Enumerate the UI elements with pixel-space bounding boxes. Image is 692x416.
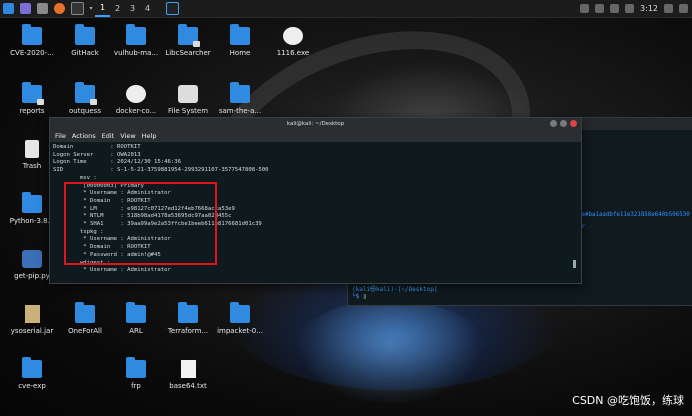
desktop-icon[interactable]: File System	[158, 85, 218, 115]
desktop-icon-label: File System	[167, 107, 209, 115]
desktop-icon[interactable]: sam-the-a...	[210, 82, 270, 115]
workspace-4[interactable]: 4	[140, 0, 155, 17]
trash-icon	[25, 140, 39, 158]
close-icon[interactable]	[570, 120, 577, 127]
folder-icon	[230, 82, 250, 103]
desktop-icon[interactable]: reports	[2, 82, 62, 115]
desktop-icon-label: cve-exp	[18, 382, 46, 390]
prompt-symbol: └$	[352, 293, 363, 300]
terminal-line: Domain : ROOTKIT	[53, 144, 141, 150]
archive-icon	[24, 305, 40, 323]
desktop-icon[interactable]: frp	[106, 357, 166, 390]
home-icon	[230, 24, 250, 45]
top-panel: ▾ 1 2 3 4 3:12	[0, 0, 692, 18]
gear-icon	[283, 27, 303, 45]
firefox-icon[interactable]	[51, 0, 68, 17]
terminal-line: Logon Server : OWA2013	[53, 151, 141, 158]
folder-icon	[126, 302, 146, 323]
folder-icon	[75, 82, 97, 105]
display-icon[interactable]	[580, 4, 590, 13]
desktop-icon-label: ARL	[129, 327, 143, 335]
show-desktop-icon[interactable]	[17, 0, 34, 17]
menu-edit[interactable]: Edit	[102, 132, 115, 140]
desktop-icon-label: CVE-2020-...	[10, 49, 54, 57]
minimize-icon[interactable]	[550, 120, 557, 127]
menu-help[interactable]: Help	[142, 132, 157, 140]
desktop-icon[interactable]: ARL	[106, 302, 166, 335]
desktop-icon-label: Terraform...	[167, 327, 209, 335]
desktop-icon[interactable]: LibcSearcher	[158, 24, 218, 57]
maximize-icon[interactable]	[560, 120, 567, 127]
desktop-icon[interactable]: Home	[210, 24, 270, 57]
terminal-launcher-icon[interactable]	[68, 0, 87, 17]
drive-icon	[178, 85, 198, 103]
system-tray: 3:12	[580, 0, 688, 17]
terminal-titlebar[interactable]: kali@kali: ~/Desktop	[50, 118, 581, 130]
terminal2-prompt: (kali㉿kali)-[~/Desktop] └$ ▯	[352, 286, 438, 300]
desktop-icon[interactable]: docker-co...	[106, 85, 166, 115]
dropdown-icon[interactable]: ▾	[87, 0, 95, 17]
desktop-icon[interactable]: ysoserial.jar	[2, 305, 62, 335]
gear-icon	[126, 85, 146, 103]
desktop-icon[interactable]: 1116.exe	[263, 27, 323, 57]
folder-icon	[75, 302, 95, 323]
watermark: CSDN @吃饱饭，练球	[572, 394, 684, 407]
wallpaper-blue-light	[290, 300, 490, 410]
lock-screen-icon[interactable]	[664, 4, 673, 13]
workspace-2[interactable]: 2	[110, 0, 125, 17]
taskbar-terminal-icon[interactable]	[163, 0, 182, 17]
terminal-window[interactable]: kali@kali: ~/Desktop File Actions Edit V…	[49, 117, 582, 284]
file-manager-icon[interactable]	[34, 0, 51, 17]
folder-icon	[22, 82, 44, 105]
menu-actions[interactable]: Actions	[72, 132, 96, 140]
desktop-icon-label: LibcSearcher	[165, 49, 211, 57]
prompt-path: (kali㉿kali)-[~/Desktop]	[352, 286, 438, 293]
power-icon[interactable]	[679, 4, 688, 13]
desktop-icon[interactable]: cve-exp	[2, 357, 62, 390]
clock[interactable]: 3:12	[640, 4, 658, 13]
notification-icon[interactable]	[595, 4, 605, 13]
desktop-icon[interactable]: base64.txt	[158, 360, 218, 390]
terminal2-output-fragment: ee#ba1aadbfe11e321858e640b506530	[578, 212, 690, 218]
terminal-title: kali@kali: ~/Desktop	[286, 121, 345, 127]
desktop-icon[interactable]: impacket-0...	[210, 302, 270, 335]
desktop-icon-label: vulhub-ma...	[113, 49, 159, 57]
desktop-icon-label: sam-the-a...	[218, 107, 262, 115]
folder-icon	[178, 24, 200, 47]
folder-icon	[75, 24, 95, 45]
kali-menu-icon[interactable]	[0, 0, 17, 17]
folder-icon	[22, 24, 42, 45]
menu-view[interactable]: View	[120, 132, 135, 140]
terminal-line: Logon Time : 2024/12/30 15:46:36	[53, 159, 181, 166]
folder-icon	[126, 357, 146, 378]
desktop-icon-label: frp	[131, 382, 141, 390]
folder-icon	[22, 192, 42, 213]
volume-icon[interactable]	[610, 4, 620, 13]
desktop-icon-label: ysoserial.jar	[10, 327, 54, 335]
desktop-icon-label: reports	[19, 107, 45, 115]
desktop-icon-label: impacket-0...	[217, 327, 263, 335]
workspace-1[interactable]: 1	[95, 0, 110, 17]
terminal-line: SID : S-1-5-21-3759881954-2993291107-357…	[53, 167, 269, 174]
desktop-icon-label: docker-co...	[115, 107, 157, 115]
desktop-icon-label: base64.txt	[169, 382, 207, 390]
desktop-icon-label: Home	[229, 49, 251, 57]
desktop-icon[interactable]: CVE-2020-...	[2, 24, 62, 57]
desktop-icon[interactable]: vulhub-ma...	[106, 24, 166, 57]
terminal-scrollbar[interactable]	[573, 260, 576, 268]
folder-icon	[230, 302, 250, 323]
desktop-icon[interactable]: Terraform...	[158, 302, 218, 335]
terminal-menubar: File Actions Edit View Help	[50, 130, 581, 142]
text-file-icon	[180, 360, 196, 378]
network-icon[interactable]	[625, 4, 635, 13]
workspace-3[interactable]: 3	[125, 0, 140, 17]
folder-icon	[22, 357, 42, 378]
red-highlight-box	[64, 182, 217, 265]
desktop-icon-label: 1116.exe	[276, 49, 310, 57]
menu-file[interactable]: File	[55, 132, 66, 140]
folder-icon	[126, 24, 146, 45]
folder-icon	[178, 302, 198, 323]
terminal-line: * Username : Administrator	[53, 267, 171, 274]
python-file-icon	[22, 250, 42, 268]
